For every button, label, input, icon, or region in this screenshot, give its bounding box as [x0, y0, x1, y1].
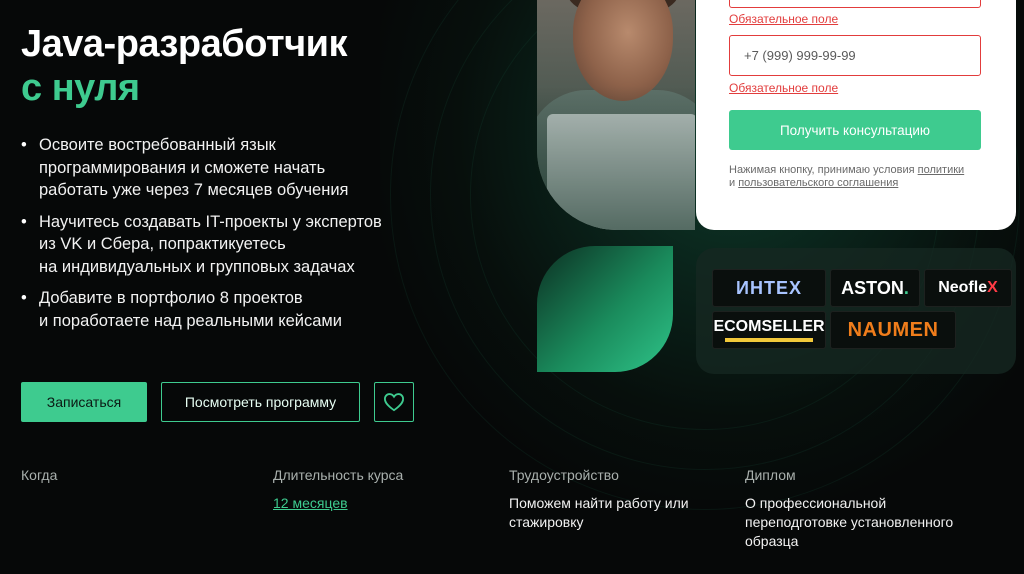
duration-link[interactable]: 12 месяцев	[273, 494, 493, 513]
consent-text: Нажимая кнопку, принимаю условия политик…	[729, 164, 981, 190]
policy-link[interactable]: политики	[918, 164, 965, 176]
partner-logo-aston: ASTON.	[830, 269, 920, 307]
aston-logo-text: ASTON	[841, 277, 904, 298]
benefit-item: Добавите в портфолио 8 проектов и порабо…	[21, 287, 421, 332]
info-employment: Трудоустройство Поможем найти работу или…	[509, 466, 709, 532]
partner-logo-intex: ИНТЕХ	[712, 269, 826, 307]
info-when: Когда	[21, 466, 241, 494]
title-line-2: с нуля	[21, 67, 140, 109]
info-duration-label: Длительность курса	[273, 467, 404, 483]
phone-input[interactable]	[729, 35, 981, 76]
name-field[interactable]	[729, 0, 981, 8]
error-message: Обязательное поле	[729, 12, 839, 26]
user-agreement-link[interactable]: пользовательского соглашения	[738, 177, 898, 189]
benefit-line: Добавите в портфолио 8 проектов	[39, 289, 303, 307]
info-duration: Длительность курса 12 месяцев	[273, 466, 493, 513]
naumen-logo-text: NAUMEN	[847, 318, 939, 341]
partner-logo-neoflex: Neofle X	[924, 269, 1012, 307]
info-employment-value: Поможем найти работу или стажировку	[509, 495, 689, 530]
consent-prefix: Нажимая кнопку, принимаю условия	[729, 164, 915, 176]
teacher-photo	[537, 0, 695, 230]
partners-panel: ИНТЕХ ASTON. Neofle X ECOMSELLER NAUMEN	[696, 248, 1016, 374]
view-program-button[interactable]: Посмотреть программу	[161, 382, 360, 422]
info-when-label: Когда	[21, 467, 58, 483]
info-employment-label: Трудоустройство	[509, 467, 619, 483]
intex-logo-text: ИНТЕХ	[736, 277, 802, 298]
neoflex-logo-text: Neofle	[938, 279, 988, 296]
info-diploma-value: О профессиональной переподготовке устано…	[745, 495, 954, 549]
benefit-item: Освоите востребованный язык программиров…	[21, 134, 421, 202]
benefit-line: Освоите востребованный язык	[39, 136, 276, 154]
consultation-form: Обязательное поле Обязательное поле Полу…	[696, 0, 1016, 230]
page-title: Java-разработчик с нуля	[21, 22, 348, 110]
neoflex-logo-x: X	[987, 279, 998, 296]
benefit-line: на индивидуальных и групповых задачах	[39, 257, 355, 276]
signup-button[interactable]: Записаться	[21, 382, 147, 422]
benefit-line: и поработаете над реальными кейсами	[39, 311, 342, 330]
error-message: Обязательное поле	[729, 81, 839, 95]
photo-tint	[537, 0, 695, 230]
favorite-button[interactable]	[374, 382, 414, 422]
benefit-line: работать уже через 7 месяцев обучения	[39, 181, 349, 199]
title-line-1: Java-разработчик	[21, 23, 348, 65]
info-diploma-label: Диплом	[745, 467, 796, 483]
partner-logo-naumen: NAUMEN	[830, 311, 956, 349]
benefit-line: программирования и сможете начать	[39, 158, 326, 177]
get-consultation-button[interactable]: Получить консультацию	[729, 110, 981, 150]
consent-and: и	[729, 177, 736, 189]
benefit-line: из VK и Сбера, попрактикуетесь	[39, 235, 286, 253]
heart-icon	[383, 393, 405, 412]
partner-logo-ecomseller: ECOMSELLER	[712, 311, 826, 349]
aston-logo-dot: .	[903, 277, 909, 298]
benefit-line: Научитесь создавать IT-проекты у эксперт…	[39, 212, 382, 231]
info-diploma: Диплом О профессиональной переподготовке…	[745, 466, 985, 551]
benefits-list: Освоите востребованный язык программиров…	[21, 134, 421, 341]
ecomseller-logo-bar	[725, 338, 813, 342]
benefit-item: Научитесь создавать IT-проекты у эксперт…	[21, 211, 421, 279]
ecomseller-logo-text: ECOMSELLER	[713, 318, 825, 335]
decorative-leaf-shape	[537, 246, 673, 372]
